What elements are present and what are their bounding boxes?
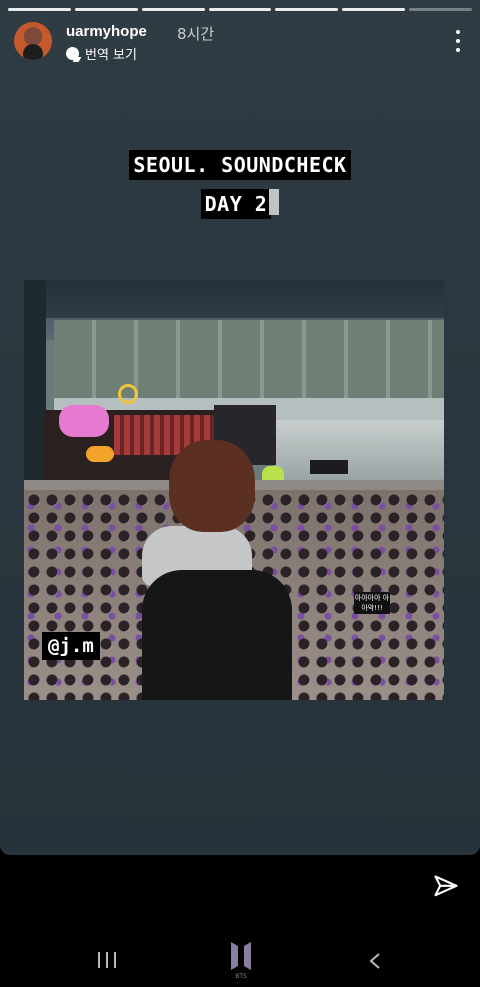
more-vertical-icon[interactable] (454, 30, 462, 52)
translate-label: 번역 보기 (85, 48, 137, 63)
svg-text:BTS: BTS (235, 973, 247, 980)
reply-bar (0, 855, 480, 925)
story-progress-bar (8, 8, 473, 11)
progress-segment (275, 8, 339, 11)
person-jacket (142, 570, 292, 700)
pink-sticker (59, 405, 109, 437)
progress-segment (74, 8, 138, 11)
stadium-right-stands (274, 420, 444, 480)
story-header: uarmyhope 8시간 번역 보기 (14, 22, 466, 63)
tent (310, 460, 348, 474)
system-nav-bar: BTS (0, 925, 480, 987)
stadium-roof (24, 280, 444, 318)
person-head (169, 440, 255, 532)
story-photo: 아아아아 아아악!!! @j.m (24, 280, 444, 700)
post-time: 8시간 (177, 25, 215, 43)
recent-apps-icon[interactable] (98, 952, 116, 968)
username[interactable]: uarmyhope (66, 23, 147, 40)
progress-segment-current (409, 8, 473, 11)
translate-bubble-icon (66, 47, 79, 60)
caption-line-1: SEOUL. SOUNDCHECK (0, 150, 480, 180)
fan-sign: 아아아아 아아악!!! (354, 592, 390, 614)
progress-segment (342, 8, 406, 11)
caption-text-1: SEOUL. SOUNDCHECK (129, 150, 351, 180)
orange-sticker (86, 446, 114, 462)
progress-segment (8, 8, 71, 11)
bts-logo-home-icon[interactable]: BTS (228, 940, 254, 980)
translate-button[interactable]: 번역 보기 (66, 44, 137, 63)
caption-line-2: DAY 2 (0, 189, 480, 219)
caption-text-2: DAY 2 (200, 189, 272, 219)
avatar[interactable] (14, 22, 52, 60)
send-icon[interactable] (432, 873, 460, 901)
sun-sticker (118, 384, 138, 404)
text-cursor (269, 189, 280, 215)
story-view[interactable]: uarmyhope 8시간 번역 보기 SEOUL. SOUNDCHECK DA… (0, 0, 480, 855)
back-icon[interactable] (368, 952, 382, 970)
speaker-tower (24, 280, 46, 480)
progress-segment (141, 8, 205, 11)
stadium-stands (54, 320, 444, 400)
mention-tag[interactable]: @j.m (42, 632, 100, 660)
progress-segment (208, 8, 272, 11)
